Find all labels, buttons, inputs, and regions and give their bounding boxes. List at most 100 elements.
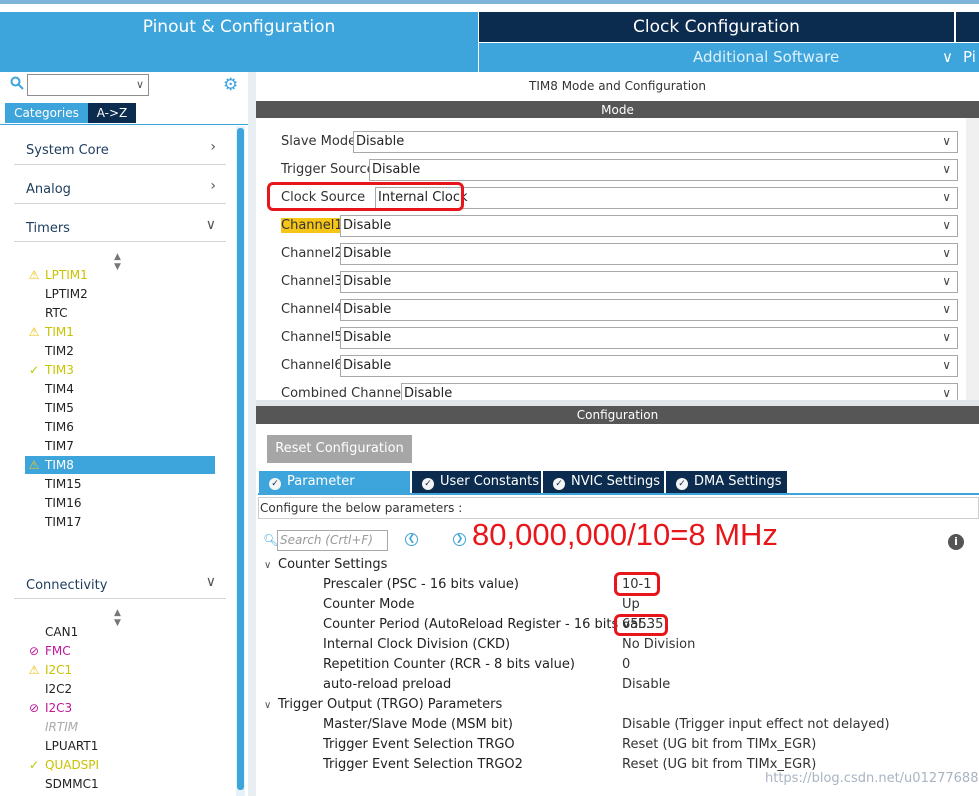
sidebar-item-tim7[interactable]: TIM7 (25, 437, 215, 455)
annotation-text: 80,000,000/10=8 MHz (472, 517, 778, 552)
param-search-input[interactable]: Search (Crtl+F) (277, 530, 388, 551)
sidebar-item-quadspi[interactable]: ✓ QUADSPI (25, 756, 215, 774)
search-combo[interactable]: ∨ (27, 74, 149, 96)
sidebar-item-tim16[interactable]: TIM16 (25, 494, 215, 512)
tab-label: DMA Settings (694, 474, 782, 489)
param-name: Counter Mode (323, 597, 415, 612)
tab-categories[interactable]: Categories (5, 103, 88, 123)
param-value[interactable]: Disable (622, 677, 670, 692)
sidebar-item-tim15[interactable]: TIM15 (25, 475, 215, 493)
param-value[interactable]: Up (622, 597, 640, 612)
mode-select[interactable]: Disable ∨ (340, 215, 958, 237)
sidebar-item-tim3[interactable]: ✓ TIM3 (25, 361, 215, 379)
sidebar-item-label: IRTIM (45, 720, 79, 734)
mode-select[interactable]: Disable ∨ (340, 299, 958, 321)
sidebar-item-tim6[interactable]: TIM6 (25, 418, 215, 436)
chevron-down-icon: ∨ (942, 190, 951, 204)
param-value[interactable]: Disable (Trigger input effect not delaye… (622, 717, 890, 732)
sidebar-item-fmc[interactable]: ⊘ FMC (25, 642, 215, 660)
mode-value: Disable (343, 274, 392, 289)
sidebar-item-lptim1[interactable]: ⚠ LPTIM1 (25, 266, 215, 284)
param-row[interactable]: Trigger Event Selection TRGO Reset (UG bi… (323, 737, 973, 757)
info-icon[interactable]: i (948, 534, 964, 550)
sidebar-item-lptim2[interactable]: LPTIM2 (25, 285, 215, 303)
sidebar-item-label: CAN1 (45, 625, 79, 639)
mode-select[interactable]: Disable ∨ (401, 383, 958, 400)
divider (14, 164, 226, 165)
sidebar-item-i2c1[interactable]: ⚠ I2C1 (25, 661, 215, 679)
sidebar-item-irtim[interactable]: IRTIM (25, 718, 215, 736)
chevron-down-icon[interactable]: ∨ (942, 48, 953, 66)
param-value[interactable]: Reset (UG bit from TIMx_EGR) (622, 757, 816, 772)
search-icon[interactable] (10, 76, 24, 90)
tab-dma-settings[interactable]: ✓ DMA Settings (666, 471, 787, 493)
warning-icon: ⚠ (28, 458, 40, 472)
sidebar-item-i2c3[interactable]: ⊘ I2C3 (25, 699, 215, 717)
warning-icon: ⚠ (28, 325, 40, 339)
tab-nvic-settings[interactable]: ✓ NVIC Settings (543, 471, 664, 493)
param-row[interactable]: Repetition Counter (RCR - 8 bits value) 0 (323, 657, 973, 677)
sidebar-item-tim5[interactable]: TIM5 (25, 399, 215, 417)
tab-a-z[interactable]: A->Z (88, 103, 136, 123)
mode-panel: Slave Mode Disable ∨ Trigger Source Disable ∨… (256, 118, 979, 400)
sidebar-item-sdmmc1[interactable]: SDMMC1 (25, 775, 215, 793)
sidebar-item-label: TIM6 (45, 420, 74, 434)
sidebar-item-label: FMC (45, 644, 71, 658)
next-icon[interactable]: ❯ (453, 533, 466, 546)
param-name: Internal Clock Division (CKD) (323, 637, 511, 652)
mode-select[interactable]: Disable ∨ (340, 327, 958, 349)
reset-configuration-button[interactable]: Reset Configuration (267, 435, 412, 463)
mode-select[interactable]: Disable ∨ (340, 355, 958, 377)
sidebar-item-tim1[interactable]: ⚠ TIM1 (25, 323, 215, 341)
mode-label: Channel3 (281, 274, 343, 289)
panel-divider[interactable] (248, 72, 256, 796)
sidebar-item-tim17[interactable]: TIM17 (25, 513, 215, 531)
tab-next[interactable] (956, 12, 979, 42)
param-value[interactable]: Reset (UG bit from TIMx_EGR) (622, 737, 816, 752)
section-label: Counter Settings (278, 557, 388, 572)
param-value[interactable]: No Division (622, 637, 695, 652)
sidebar-item-tim2[interactable]: TIM2 (25, 342, 215, 360)
sidebar-item-lpuart1[interactable]: LPUART1 (25, 737, 215, 755)
chevron-down-icon[interactable]: ∨ (136, 78, 144, 91)
sidebar-item-label: TIM16 (45, 496, 82, 510)
param-name: Prescaler (PSC - 16 bits value) (323, 577, 519, 592)
additional-software-bar[interactable]: Additional Software ∨ Pi (479, 43, 979, 72)
scrollbar[interactable] (966, 118, 979, 400)
tab-clock-configuration[interactable]: Clock Configuration (479, 12, 954, 42)
sidebar-item-label: SDMMC1 (45, 777, 99, 791)
group-system-core[interactable]: System Core › (14, 136, 226, 161)
mode-select[interactable]: Disable ∨ (340, 271, 958, 293)
section-counter-settings[interactable]: ∨ Counter Settings (264, 557, 387, 572)
mode-label: Channel2 (281, 246, 343, 261)
param-name: Master/Slave Mode (MSM bit) (323, 717, 513, 732)
group-timers[interactable]: Timers ∨ (14, 214, 226, 239)
param-name: Trigger Event Selection TRGO (323, 737, 515, 752)
mode-select[interactable]: Disable ∨ (369, 159, 958, 181)
mode-select[interactable]: Disable ∨ (353, 131, 958, 153)
scrollbar-thumb[interactable] (237, 128, 244, 790)
param-row[interactable]: auto-reload preload Disable (323, 677, 973, 697)
section-trgo[interactable]: ∨ Trigger Output (TRGO) Parameters (264, 697, 502, 712)
sidebar-item-label: LPUART1 (45, 739, 99, 753)
chevron-down-icon: ∨ (264, 700, 272, 711)
mode-select[interactable]: Disable ∨ (340, 243, 958, 265)
sidebar-item-rtc[interactable]: RTC (25, 304, 215, 322)
previous-icon[interactable]: ❮ (405, 533, 418, 546)
group-analog[interactable]: Analog › (14, 175, 226, 200)
sidebar-item-i2c2[interactable]: I2C2 (25, 680, 215, 698)
tab-pinout-configuration[interactable]: Pinout & Configuration (0, 12, 478, 72)
sidebar-item-can1[interactable]: CAN1 (25, 623, 215, 641)
sidebar-item-label: TIM5 (45, 401, 74, 415)
mode-label: Channel1 (281, 218, 343, 233)
param-row[interactable]: Internal Clock Division (CKD) No Division (323, 637, 973, 657)
group-connectivity[interactable]: Connectivity ∨ (14, 571, 226, 596)
group-label: Analog (26, 182, 71, 197)
tab-parameter-settings[interactable]: ✓ Parameter Settings (259, 471, 410, 511)
tab-user-constants[interactable]: ✓ User Constants (412, 471, 541, 493)
sidebar-item-tim8[interactable]: ⚠ TIM8 (25, 456, 215, 474)
param-value[interactable]: 0 (622, 657, 630, 672)
param-row[interactable]: Master/Slave Mode (MSM bit) Disable (Trig… (323, 717, 973, 737)
gear-icon[interactable]: ⚙ (223, 76, 241, 94)
sidebar-item-tim4[interactable]: TIM4 (25, 380, 215, 398)
